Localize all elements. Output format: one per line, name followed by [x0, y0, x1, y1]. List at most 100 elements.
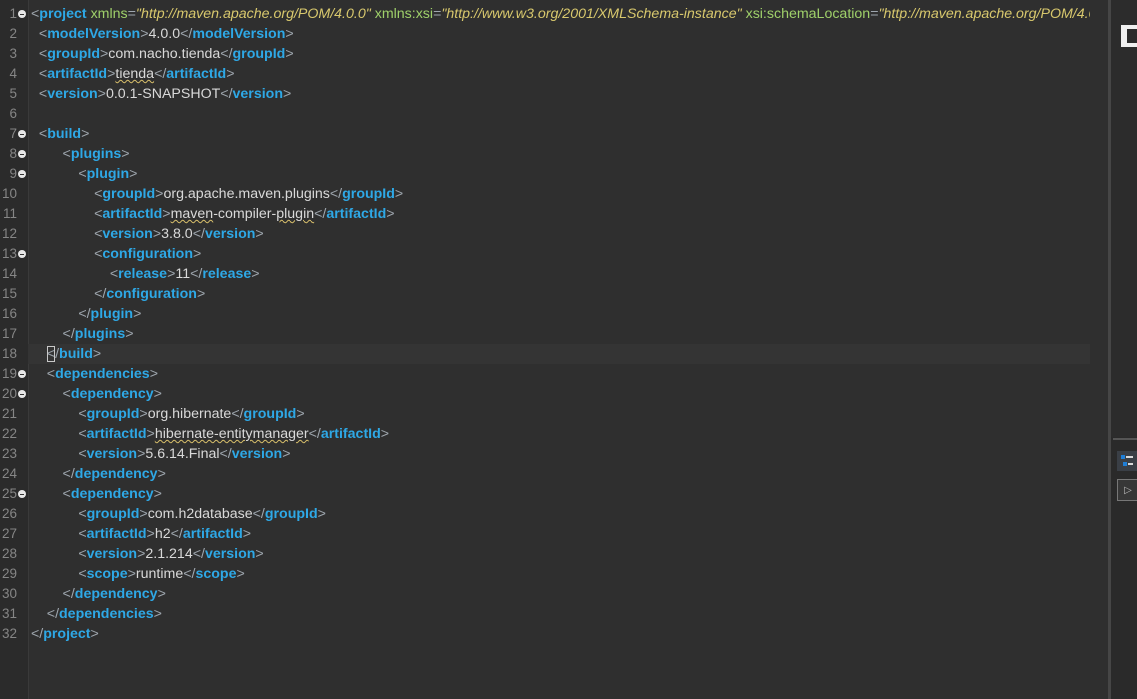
- code-line[interactable]: 23 <version>5.6.14.Final</version>: [2, 444, 1090, 464]
- code-line-content: <scope>runtime</scope>: [78, 566, 245, 582]
- line-number: 15: [1, 286, 17, 301]
- expand-arrow-icon[interactable]: ▷: [1117, 479, 1137, 501]
- line-number: 24: [1, 466, 17, 481]
- code-line[interactable]: 25 <dependency>: [2, 484, 1090, 504]
- code-line[interactable]: 29 <scope>runtime</scope>: [2, 564, 1090, 584]
- fold-toggle-icon[interactable]: [18, 390, 26, 398]
- panel-tab-icon[interactable]: [1121, 25, 1137, 47]
- code-line[interactable]: 9 <plugin>: [9, 164, 1090, 184]
- line-number: 27: [1, 526, 17, 541]
- code-line[interactable]: 26 <groupId>com.h2database</groupId>: [2, 504, 1090, 524]
- line-number: 25: [1, 486, 17, 501]
- expand-arrow-glyph: ▷: [1124, 484, 1132, 496]
- line-number: 21: [1, 406, 17, 421]
- code-line-content: <release>11</release>: [109, 266, 260, 282]
- line-number: 14: [1, 266, 17, 281]
- line-number: 8: [9, 146, 17, 161]
- line-number: 4: [9, 66, 17, 81]
- line-number: 7: [9, 126, 17, 141]
- code-line[interactable]: 27 <artifactId>h2</artifactId>: [2, 524, 1090, 544]
- code-line-content: </dependency>: [62, 586, 166, 602]
- code-line-content: <artifactId>hibernate-entitymanager</art…: [78, 426, 390, 442]
- code-line-content: <version>3.8.0</version>: [94, 226, 264, 242]
- fold-toggle-icon[interactable]: [18, 150, 26, 158]
- fold-toggle-icon[interactable]: [18, 10, 26, 18]
- line-number: 18: [1, 346, 17, 361]
- code-line[interactable]: 22 <artifactId>hibernate-entitymanager</…: [2, 424, 1090, 444]
- code-line-content: <plugin>: [78, 166, 138, 182]
- code-line[interactable]: 15 </configuration>: [2, 284, 1090, 304]
- vertical-scrollbar[interactable]: [1090, 0, 1108, 699]
- line-number: 13: [1, 246, 17, 261]
- panel-divider: [1113, 438, 1137, 440]
- outline-svg: [1121, 455, 1133, 466]
- code-line[interactable]: 19 <dependencies>: [2, 364, 1090, 384]
- line-number: 20: [1, 386, 17, 401]
- code-line-content: <artifactId>tienda</artifactId>: [38, 66, 235, 82]
- line-number: 1: [9, 6, 17, 21]
- code-line[interactable]: 18 </build>: [2, 344, 1090, 364]
- code-line[interactable]: 6: [9, 104, 1090, 124]
- code-line-content: <project xmlns="http://maven.apache.org/…: [31, 6, 1109, 22]
- code-area[interactable]: 1 <project xmlns="http://maven.apache.org…: [2, 4, 1108, 644]
- line-number: 32: [1, 626, 17, 641]
- code-line[interactable]: 20 <dependency>: [2, 384, 1090, 404]
- code-line-content: </plugin>: [78, 306, 142, 322]
- code-line-content: <groupId>com.h2database</groupId>: [78, 506, 326, 522]
- code-line[interactable]: 17 </plugins>: [2, 324, 1090, 344]
- line-number: 16: [1, 306, 17, 321]
- code-line[interactable]: 2 <modelVersion>4.0.0</modelVersion>: [9, 24, 1090, 44]
- line-number: 31: [1, 606, 17, 621]
- code-line-content: <version>5.6.14.Final</version>: [78, 446, 291, 462]
- line-number: 23: [1, 446, 17, 461]
- code-line-content: </build>: [46, 346, 102, 362]
- code-line-content: </dependency>: [62, 466, 166, 482]
- code-line-content: <dependency>: [62, 486, 162, 502]
- code-line[interactable]: 13 <configuration>: [2, 244, 1090, 264]
- code-line-content: <groupId>org.apache.maven.plugins</group…: [94, 186, 404, 202]
- code-line[interactable]: 4 <artifactId>tienda</artifactId>: [9, 64, 1090, 84]
- fold-toggle-icon[interactable]: [18, 490, 26, 498]
- code-line[interactable]: 30 </dependency>: [2, 584, 1090, 604]
- code-line-content: <plugins>: [62, 146, 130, 162]
- code-line[interactable]: 31 </dependencies>: [2, 604, 1090, 624]
- code-line-content: </plugins>: [62, 326, 134, 342]
- code-line[interactable]: 11 <artifactId>maven-compiler-plugin</ar…: [3, 204, 1090, 224]
- code-line[interactable]: 21 <groupId>org.hibernate</groupId>: [2, 404, 1090, 424]
- code-line[interactable]: 24 </dependency>: [2, 464, 1090, 484]
- code-line[interactable]: 7 <build>: [9, 124, 1090, 144]
- code-line-content: <build>: [38, 126, 90, 142]
- code-line[interactable]: 12 <version>3.8.0</version>: [2, 224, 1090, 244]
- code-line-content: <modelVersion>4.0.0</modelVersion>: [38, 26, 294, 42]
- code-line-content: <groupId>org.hibernate</groupId>: [78, 406, 305, 422]
- code-line-content: <dependencies>: [46, 366, 158, 382]
- code-line-content: <dependency>: [62, 386, 162, 402]
- line-number: 19: [1, 366, 17, 381]
- code-line[interactable]: 3 <groupId>com.nacho.tienda</groupId>: [9, 44, 1090, 64]
- code-line-content: <artifactId>h2</artifactId>: [78, 526, 252, 542]
- line-number: 11: [2, 206, 17, 221]
- line-number: 30: [1, 586, 17, 601]
- code-line-content: </configuration>: [94, 286, 206, 302]
- code-line-content: <artifactId>maven-compiler-plugin</artif…: [94, 206, 395, 222]
- line-number: 28: [1, 546, 17, 561]
- line-number: 6: [9, 106, 17, 121]
- fold-toggle-icon[interactable]: [18, 370, 26, 378]
- fold-toggle-icon[interactable]: [18, 250, 26, 258]
- code-line[interactable]: 5 <version>0.0.1-SNAPSHOT</version>: [9, 84, 1090, 104]
- code-line[interactable]: 8 <plugins>: [9, 144, 1090, 164]
- code-line[interactable]: 10 <groupId>org.apache.maven.plugins</gr…: [2, 184, 1090, 204]
- outline-icon[interactable]: [1117, 451, 1137, 471]
- code-line[interactable]: 14 <release>11</release>: [2, 264, 1090, 284]
- xml-editor[interactable]: 1 <project xmlns="http://maven.apache.org…: [0, 0, 1111, 699]
- fold-toggle-icon[interactable]: [18, 130, 26, 138]
- line-number: 29: [1, 566, 17, 581]
- code-line[interactable]: 16 </plugin>: [2, 304, 1090, 324]
- code-line[interactable]: 28 <version>2.1.214</version>: [2, 544, 1090, 564]
- fold-toggle-icon[interactable]: [18, 170, 26, 178]
- line-number: 10: [1, 186, 17, 201]
- code-line-content: <groupId>com.nacho.tienda</groupId>: [38, 46, 294, 62]
- code-line-content: <version>0.0.1-SNAPSHOT</version>: [38, 86, 292, 102]
- code-line[interactable]: 32 </project>: [2, 624, 1090, 644]
- code-line[interactable]: 1 <project xmlns="http://maven.apache.org…: [9, 4, 1108, 24]
